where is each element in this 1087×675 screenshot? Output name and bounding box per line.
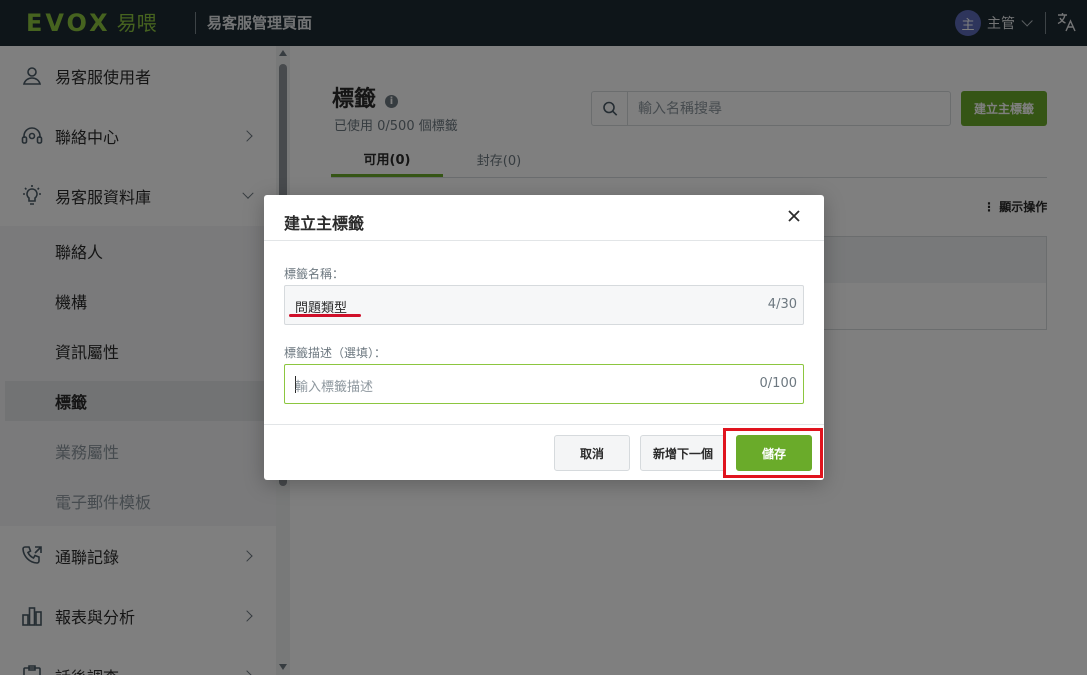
- create-tag-dialog: 建立主標籤 標籤名稱： 問題類型 4/30 標籤描述（選填）： 輸入標籤描述 0…: [264, 195, 824, 480]
- dialog-divider: [264, 240, 824, 241]
- tag-description-label: 標籤描述（選填）：: [284, 346, 387, 360]
- add-next-button[interactable]: 新增下一個: [640, 435, 726, 471]
- dialog-title: 建立主標籤: [284, 214, 365, 233]
- cancel-button[interactable]: 取消: [554, 435, 630, 471]
- tag-name-field[interactable]: 問題類型 4/30: [284, 285, 804, 325]
- tag-name-label: 標籤名稱：: [284, 267, 345, 281]
- dialog-footer-divider: [264, 424, 824, 425]
- tag-description-placeholder: 輸入標籤描述: [295, 380, 374, 395]
- tag-description-char-count: 0/100: [759, 376, 797, 391]
- annotation-underline: [289, 314, 361, 317]
- close-icon[interactable]: [786, 208, 802, 224]
- tag-name-char-count: 4/30: [767, 297, 797, 312]
- annotation-highlight-box: [723, 428, 823, 478]
- tag-description-field[interactable]: 輸入標籤描述 0/100: [284, 364, 804, 404]
